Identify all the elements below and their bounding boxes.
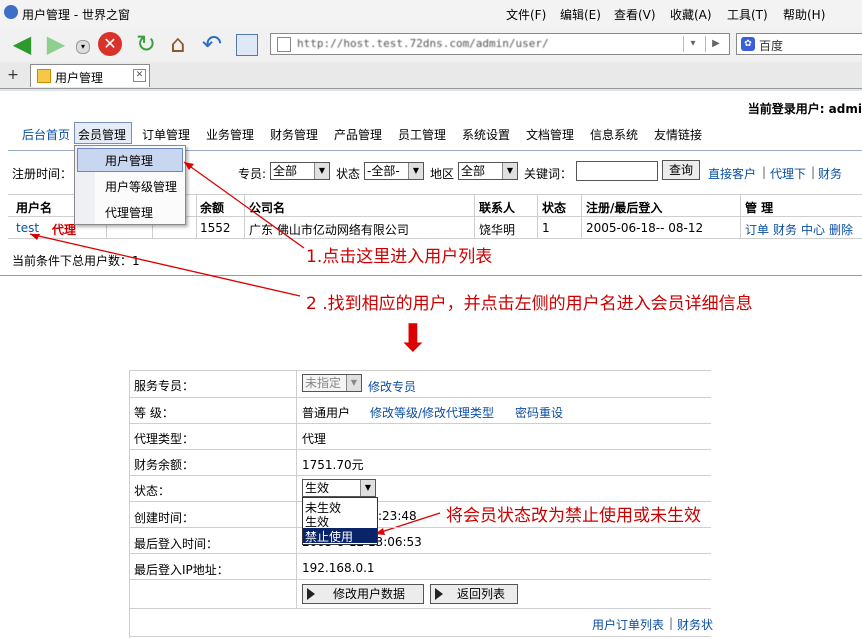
status-label: 状态： — [134, 484, 171, 498]
modify-staff-link[interactable]: 修改专员 — [368, 378, 416, 395]
staff-label: 服务专员： — [134, 379, 195, 393]
reset-password-link[interactable]: 密码重设 — [515, 404, 563, 421]
balance-value: 1751.70元 — [302, 458, 364, 472]
staff-select[interactable]: 未指定 ▼ — [302, 374, 362, 392]
down-arrow-icon: ⬇ — [397, 316, 429, 360]
annotation-step2: 2 .找到相应的用户，并点击左侧的用户名进入会员详细信息 — [306, 294, 753, 314]
annotation-step3: 将会员状态改为禁止使用或未生效 — [446, 506, 701, 526]
last-ip-label: 最后登入IP地址： — [134, 563, 229, 577]
user-orders-link[interactable]: 用户订单列表 — [592, 616, 664, 633]
level-label: 等 级： — [134, 406, 174, 420]
created-label: 创建时间： — [134, 511, 195, 525]
finance-status-link[interactable]: 财务状 — [677, 616, 713, 633]
created-value: :23:48 — [378, 509, 417, 523]
last-ip-value: 192.168.0.1 — [302, 561, 375, 575]
status-options-list: 未生效 生效 禁止使用 — [302, 497, 378, 545]
balance-label: 财务余额： — [134, 458, 195, 472]
status-option-disabled[interactable]: 禁止使用 — [305, 528, 353, 545]
annotation-step1: 1.点击这里进入用户列表 — [306, 247, 493, 267]
agent-type-value: 代理 — [302, 432, 327, 446]
chevron-down-icon: ▼ — [346, 375, 361, 391]
agent-type-label: 代理类型： — [134, 432, 195, 446]
back-to-list-button[interactable]: 返回列表 — [430, 584, 518, 604]
chevron-down-icon: ▼ — [360, 480, 375, 496]
arrow-right-icon — [435, 588, 443, 600]
last-login-label: 最后登入时间： — [134, 537, 219, 551]
modify-user-button[interactable]: 修改用户数据 — [302, 584, 424, 604]
level-value: 普通用户 — [302, 406, 351, 420]
arrow-right-icon — [307, 588, 315, 600]
status-select[interactable]: 生效 ▼ — [302, 479, 376, 497]
modify-level-link[interactable]: 修改等级/修改代理类型 — [370, 404, 494, 421]
